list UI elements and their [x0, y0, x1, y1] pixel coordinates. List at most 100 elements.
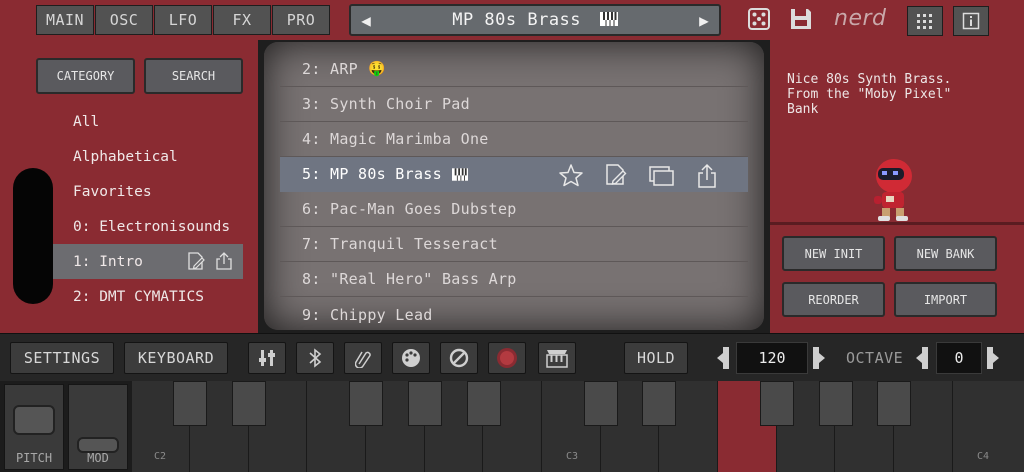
category-item-alphabetical[interactable]: Alphabetical [53, 139, 243, 174]
info-icon [962, 12, 980, 30]
info-button[interactable] [953, 6, 989, 36]
preset-selector: ◀ MP 80s Brass ▶ [349, 4, 721, 36]
new-bank-button[interactable]: NEW BANK [894, 236, 997, 271]
category-item-intro[interactable]: 1: Intro [53, 244, 243, 279]
octave-value[interactable]: 0 [936, 342, 982, 374]
category-label: 2: DMT CYMATICS [73, 288, 204, 305]
piano-black-key[interactable] [584, 381, 618, 426]
settings-button[interactable]: SETTINGS [10, 342, 114, 374]
robot-mascot-icon [874, 159, 912, 221]
grid-menu-button[interactable] [907, 6, 943, 36]
piano-icon [451, 167, 468, 181]
current-preset-name[interactable]: MP 80s Brass [381, 10, 689, 30]
mod-label: MOD [87, 451, 109, 465]
favorite-star-icon[interactable] [558, 163, 584, 187]
category-item-all[interactable]: All [53, 104, 243, 139]
grid-icon [917, 14, 932, 29]
record-icon [497, 348, 517, 368]
edit-icon[interactable] [187, 251, 205, 271]
next-preset-button[interactable]: ▶ [689, 11, 719, 30]
tab-main[interactable]: MAIN [36, 5, 94, 35]
randomize-button[interactable] [746, 6, 772, 32]
piano-view-button[interactable] [538, 342, 576, 374]
palette-icon [402, 349, 420, 367]
duplicate-icon[interactable] [648, 163, 676, 187]
hold-button[interactable]: HOLD [624, 342, 688, 374]
piano-black-key[interactable] [232, 381, 266, 426]
preset-label: 7: Tranquil Tesseract [302, 235, 498, 253]
paperclip-icon [355, 351, 371, 368]
preset-row-magic-marimba-one[interactable]: 4: Magic Marimba One [280, 122, 748, 157]
preset-label: 8: "Real Hero" Bass Arp [302, 270, 517, 288]
tab-lfo[interactable]: LFO [154, 5, 212, 35]
octave-increase-icon[interactable] [987, 347, 1003, 369]
control-bar: SETTINGS KEYBOARD HOLD 120 OCTAVE 0 [0, 333, 1024, 381]
category-item-favorites[interactable]: Favorites [53, 174, 243, 209]
prev-preset-button[interactable]: ◀ [351, 11, 381, 30]
search-button[interactable]: SEARCH [144, 58, 243, 94]
current-preset-label: MP 80s Brass [452, 10, 582, 30]
tab-fx[interactable]: FX [213, 5, 271, 35]
mixer-button[interactable] [248, 342, 286, 374]
pitch-wheel-handle[interactable] [13, 405, 55, 435]
piano-black-key[interactable] [408, 381, 442, 426]
reorder-button[interactable]: REORDER [782, 282, 885, 317]
preset-row-chippy-lead[interactable]: 9: Chippy Lead [280, 297, 748, 330]
category-scrollbar[interactable] [13, 168, 53, 304]
octave-decrease-icon[interactable] [912, 347, 928, 369]
category-item-dmt-cymatics[interactable]: 2: DMT CYMATICS [53, 279, 243, 314]
tempo-value[interactable]: 120 [736, 342, 808, 374]
piano-black-key[interactable] [877, 381, 911, 426]
panic-button[interactable] [440, 342, 478, 374]
preset-row-synth-choir-pad[interactable]: 3: Synth Choir Pad [280, 87, 748, 122]
piano-black-key[interactable] [173, 381, 207, 426]
preset-row-pac-man-goes-dubstep[interactable]: 6: Pac-Man Goes Dubstep [280, 192, 748, 227]
preset-label: 5: MP 80s Brass [302, 165, 442, 183]
app-logo: nerd [834, 6, 887, 31]
key-label-c3: C3 [566, 451, 579, 462]
piano-black-key[interactable] [349, 381, 383, 426]
category-label: Alphabetical [73, 148, 178, 165]
share-icon[interactable] [696, 163, 718, 189]
category-label: 0: Electronisounds [73, 218, 231, 235]
preset-label: 3: Synth Choir Pad [302, 95, 470, 113]
tab-pro[interactable]: PRO [272, 5, 330, 35]
preset-row-mp-80s-brass[interactable]: 5: MP 80s Brass [280, 157, 748, 192]
tempo-increase-icon[interactable] [813, 347, 829, 369]
keyboard-button[interactable]: KEYBOARD [124, 342, 228, 374]
dice-icon [748, 8, 770, 30]
tab-osc[interactable]: OSC [95, 5, 153, 35]
save-icon [791, 9, 811, 29]
link-button[interactable] [344, 342, 382, 374]
preset-info-panel: Nice 80s Synth Brass. From the "Moby Pix… [770, 40, 1024, 333]
bluetooth-button[interactable] [296, 342, 334, 374]
category-button[interactable]: CATEGORY [36, 58, 135, 94]
tab-bar: MAIN OSC LFO FX PRO [36, 5, 331, 35]
piano-key-c4[interactable]: C4 [953, 381, 1024, 472]
category-item-electronisounds[interactable]: 0: Electronisounds [53, 209, 243, 244]
preset-list[interactable]: 2: ARP 🤑 3: Synth Choir Pad 4: Magic Mar… [280, 52, 748, 330]
import-button[interactable]: IMPORT [894, 282, 997, 317]
pitch-wheel[interactable]: PITCH [4, 384, 64, 470]
theme-button[interactable] [392, 342, 430, 374]
piano-black-key[interactable] [760, 381, 794, 426]
preset-row-real-hero-bass-arp[interactable]: 8: "Real Hero" Bass Arp [280, 262, 748, 297]
preset-row-arp[interactable]: 2: ARP 🤑 [280, 52, 748, 87]
edit-icon[interactable] [604, 163, 628, 187]
share-icon[interactable] [215, 251, 233, 271]
save-button[interactable] [788, 6, 814, 32]
piano-black-key[interactable] [819, 381, 853, 426]
preset-emoji: 🤑 [368, 61, 386, 77]
mixer-slider-icon [259, 350, 275, 366]
piano-black-key[interactable] [642, 381, 676, 426]
piano-icon [546, 350, 568, 368]
piano-black-key[interactable] [467, 381, 501, 426]
record-button[interactable] [488, 342, 526, 374]
new-init-button[interactable]: NEW INIT [782, 236, 885, 271]
keyboard-area: PITCH MOD C2 C3 C4 [0, 381, 1024, 472]
category-list: All Alphabetical Favorites 0: Electronis… [53, 104, 243, 314]
preset-label: 9: Chippy Lead [302, 305, 433, 324]
tempo-decrease-icon[interactable] [713, 347, 729, 369]
preset-row-tranquil-tesseract[interactable]: 7: Tranquil Tesseract [280, 227, 748, 262]
mod-wheel[interactable]: MOD [68, 384, 128, 470]
